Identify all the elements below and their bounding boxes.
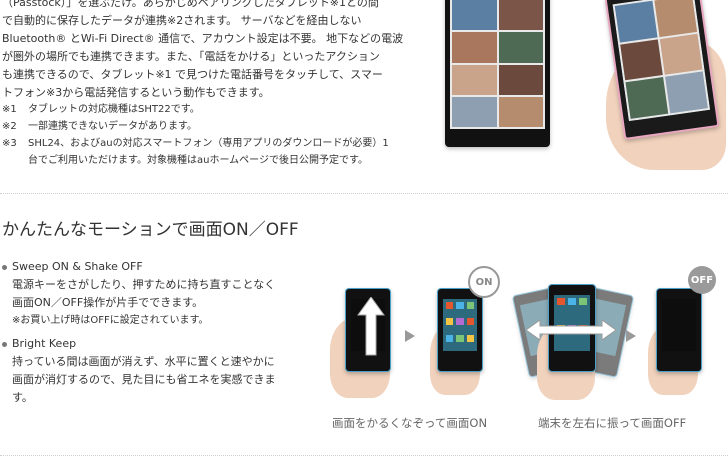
phone-image-gallery <box>445 0 550 147</box>
feature-line: 画面が消灯するので、見た目にも省エネを実感できま <box>12 373 276 386</box>
phone-image-held <box>604 0 720 140</box>
intro-paragraph: （Passtock）」を選ぶだけ。あらかじめペアリングしたタブレット※1との間 … <box>2 0 422 102</box>
feature-title-row: Sweep ON & Shake OFF <box>2 258 312 276</box>
arrow-right-icon <box>626 330 636 342</box>
phone-screen <box>443 299 477 351</box>
section-divider <box>0 455 728 456</box>
intro-line: Bluetooth® とWi-Fi Direct® 通信で、アカウント設定は不要… <box>2 32 404 45</box>
footnote-mark: ※1 <box>2 104 17 115</box>
caption-shake-off: 端末を左右に振って画面OFF <box>538 416 687 430</box>
feature-line: 画面ON／OFF操作が片手でできます。 <box>12 296 204 309</box>
feature-line: 持っている間は画面が消えず、水平に置くと速やかに <box>12 355 275 368</box>
footnote: ※2 一部連携できないデータがあります。 <box>2 118 432 135</box>
feature-title: Sweep ON & Shake OFF <box>12 260 143 273</box>
app-icon-grid <box>446 302 474 348</box>
footnote-text-block: SHL24、およびauの対応スマートフォン（専用アプリのダウンロードが必要）1 … <box>28 135 389 169</box>
feature-description: 電源キーをさがしたり、押すために持ち直すことなく 画面ON／OFF操作が片手でで… <box>12 276 312 330</box>
footnotes: ※1 タブレットの対応機種はSHT22です。 ※2 一部連携できないデータがあり… <box>2 101 432 169</box>
shake-arrows-icon <box>526 320 616 340</box>
intro-line: も連携できるので、タブレット※1 で見つけた電話番号をタッチして、スマー <box>2 68 383 81</box>
swipe-up-arrow-icon <box>357 297 385 356</box>
phone-screen-off <box>656 288 702 372</box>
feature-line: 電源キーをさがしたり、押すために持ち直すことなく <box>12 278 276 291</box>
footnote-text: タブレットの対応機種はSHT22です。 <box>28 104 200 115</box>
phone-screen <box>662 299 696 351</box>
feature-title-row: Bright Keep <box>2 335 312 353</box>
intro-line: が圏外の場所でも連携できます。また、「電話をかける」といったアクション <box>2 50 380 63</box>
caption-sweep-on: 画面をかるくなぞって画面ON <box>332 416 488 430</box>
footnote-mark: ※3 <box>2 138 17 149</box>
section-divider <box>0 193 728 194</box>
intro-line: で自動的に保存したデータが連携※2されます。 サーバなどを経由しない <box>2 14 362 27</box>
arrow-right-icon <box>405 330 415 342</box>
feature-note: ※お買い上げ時はOFFに設定されています。 <box>12 315 209 326</box>
section-title: かんたんなモーションで画面ON／OFF <box>2 220 299 240</box>
feature-title: Bright Keep <box>12 337 77 350</box>
footnote: ※1 タブレットの対応機種はSHT22です。 <box>2 101 432 118</box>
footnote-mark: ※2 <box>2 121 17 132</box>
feature-description: 持っている間は画面が消えず、水平に置くと速やかに 画面が消灯するので、見た目にも… <box>12 353 312 407</box>
footnote-text: 一部連携できないデータがあります。 <box>28 121 197 132</box>
feature-sweep: Sweep ON & Shake OFF 電源キーをさがしたり、押すために持ち直… <box>2 258 312 330</box>
feature-line: す。 <box>12 391 33 404</box>
bullet-icon <box>2 264 7 270</box>
phone-screen <box>612 0 711 122</box>
off-badge: OFF <box>688 266 716 294</box>
photo-grid <box>612 0 711 122</box>
footnote-text: 台でご利用いただけます。対象機種はauホームページで後日公開予定です。 <box>28 155 368 166</box>
footnote: ※3 SHL24、およびauの対応スマートフォン（専用アプリのダウンロードが必要… <box>2 135 432 169</box>
photo-grid <box>450 0 545 129</box>
intro-line: トフォン※3から電話発信するという動作もできます。 <box>2 86 270 99</box>
footnote-text: SHL24、およびauの対応スマートフォン（専用アプリのダウンロードが必要）1 <box>28 138 389 149</box>
phone-screen-off <box>345 288 391 372</box>
phone-screen-on <box>437 288 483 372</box>
bullet-icon <box>2 341 7 347</box>
intro-line: （Passtock）」を選ぶだけ。あらかじめペアリングしたタブレット※1との間 <box>2 0 379 9</box>
phone-screen <box>450 0 545 129</box>
on-badge: ON <box>468 266 500 298</box>
feature-bright-keep: Bright Keep 持っている間は画面が消えず、水平に置くと速やかに 画面が… <box>2 335 312 407</box>
